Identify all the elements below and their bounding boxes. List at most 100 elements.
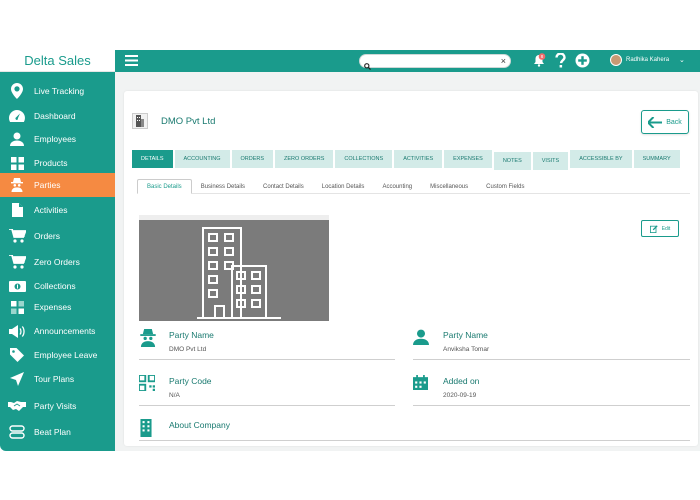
search-input[interactable] — [374, 56, 494, 66]
sidebar-item-activities[interactable]: Activities — [0, 198, 115, 222]
field-added-on: Added on 2020-09-19 — [413, 374, 690, 406]
tab-accounting[interactable]: ACCOUNTING — [174, 150, 230, 168]
sidebar: Live Tracking Dashboard Employees Produc… — [0, 72, 119, 451]
building-illustration-icon — [197, 227, 281, 319]
send-icon — [0, 372, 34, 386]
arrow-left-icon — [648, 116, 663, 128]
spy-icon — [0, 178, 34, 192]
subtab-miscellaneous[interactable]: Miscellaneous — [421, 179, 477, 194]
sidebar-item-orders[interactable]: Orders — [0, 224, 115, 248]
field-party-code: Party Code N/A — [138, 374, 395, 406]
sidebar-item-announcements[interactable]: Announcements — [0, 319, 115, 343]
sidebar-item-employee-leave[interactable]: Employee Leave — [0, 343, 115, 367]
tab-notes[interactable]: NOTES — [493, 152, 531, 170]
user-icon — [0, 132, 34, 146]
spy-icon — [139, 329, 157, 352]
hamburger-menu-icon[interactable] — [125, 54, 138, 72]
user-icon — [413, 329, 429, 350]
sidebar-item-products[interactable]: Products — [0, 151, 115, 175]
edit-button-label: Edit — [661, 225, 671, 232]
tab-collections[interactable]: COLLECTIONS — [335, 150, 393, 168]
field-value: DMO Pvt Ltd — [169, 346, 207, 353]
tab-summary[interactable]: SUMMARY — [633, 150, 680, 168]
party-detail-card: DMO Pvt Ltd Back DETAILS ACCOUNTING ORDE… — [124, 91, 698, 446]
sidebar-item-label: Beat Plan — [34, 427, 71, 437]
tab-accessible-by[interactable]: ACCESSIBLE BY — [570, 150, 632, 168]
party-image — [139, 220, 329, 321]
tab-activities[interactable]: ACTIVITIES — [394, 150, 443, 168]
add-icon[interactable] — [575, 53, 590, 73]
sidebar-item-employees[interactable]: Employees — [0, 127, 115, 151]
topbar: × 8 Radhika Kahera ⌄ — [115, 50, 700, 72]
edit-button[interactable]: Edit — [641, 220, 679, 237]
clear-search-icon[interactable]: × — [501, 56, 506, 67]
field-value: Anviksha Tomar — [443, 346, 490, 353]
field-value: N/A — [169, 392, 180, 399]
subtab-contact-details[interactable]: Contact Details — [254, 179, 313, 194]
tab-zero-orders[interactable]: ZERO ORDERS — [275, 150, 334, 168]
stack-icon — [0, 425, 34, 439]
tab-details[interactable]: DETAILS — [132, 150, 173, 168]
sidebar-item-expenses[interactable]: Expenses — [0, 295, 115, 319]
sidebar-item-label: Live Tracking — [34, 86, 85, 96]
page-title: DMO Pvt Ltd — [161, 115, 216, 127]
grid-icon — [0, 300, 34, 314]
field-label: Party Code — [169, 376, 212, 386]
tab-visits[interactable]: VISITS — [532, 152, 569, 170]
subtab-business-details[interactable]: Business Details — [192, 179, 254, 194]
field-value: 2020-09-19 — [443, 392, 477, 399]
building-icon — [132, 113, 148, 129]
sidebar-item-parties[interactable]: Parties — [0, 173, 119, 197]
sidebar-item-label: Employee Leave — [34, 350, 98, 360]
help-icon[interactable] — [555, 52, 566, 73]
cart-icon — [0, 255, 34, 269]
back-button[interactable]: Back — [641, 110, 689, 134]
sidebar-item-zero-orders[interactable]: Zero Orders — [0, 250, 115, 274]
sidebar-item-label: Parties — [34, 180, 61, 190]
sidebar-item-label: Announcements — [34, 326, 96, 336]
subtab-accounting[interactable]: Accounting — [373, 179, 421, 194]
field-label: About Company — [169, 420, 230, 430]
subtab-custom-fields[interactable]: Custom Fields — [477, 179, 533, 194]
search-box: × — [359, 54, 511, 70]
sidebar-item-beat-plan[interactable]: Beat Plan — [0, 420, 115, 444]
building-icon — [139, 419, 153, 442]
money-icon — [0, 280, 34, 292]
handshake-icon — [0, 400, 34, 412]
calendar-icon — [413, 375, 428, 395]
qr-code-icon — [138, 374, 156, 396]
edit-icon — [649, 224, 658, 233]
subtab-basic-details[interactable]: Basic Details — [137, 179, 192, 194]
field-label: Added on — [443, 376, 480, 386]
brand-logo: Delta Sales — [0, 50, 115, 72]
sidebar-item-label: Dashboard — [34, 111, 76, 121]
sidebar-item-label: Expenses — [34, 302, 72, 312]
field-about-company: About Company — [139, 418, 690, 441]
sidebar-item-label: Activities — [34, 205, 68, 215]
grid-icon — [0, 156, 34, 170]
field-owner-name: Party Name Anviksha Tomar — [413, 328, 690, 360]
back-button-label: Back — [666, 118, 682, 126]
main-content: DMO Pvt Ltd Back DETAILS ACCOUNTING ORDE… — [115, 72, 700, 451]
sidebar-item-party-visits[interactable]: Party Visits — [0, 394, 115, 418]
notification-bell-icon[interactable]: 8 — [532, 53, 546, 72]
speedometer-icon — [0, 110, 34, 122]
map-pin-icon — [0, 83, 34, 99]
tab-expenses[interactable]: EXPENSES — [444, 150, 492, 168]
sidebar-item-live-tracking[interactable]: Live Tracking — [0, 79, 115, 103]
tag-icon — [0, 348, 34, 362]
field-party-name: Party Name DMO Pvt Ltd — [139, 328, 395, 360]
sidebar-item-label: Tour Plans — [34, 374, 75, 384]
tab-orders[interactable]: ORDERS — [231, 150, 274, 168]
sidebar-item-label: Collections — [34, 281, 76, 291]
field-label: Party Name — [443, 330, 488, 340]
sidebar-item-tour-plans[interactable]: Tour Plans — [0, 367, 115, 391]
subtab-location-details[interactable]: Location Details — [313, 179, 374, 194]
sidebar-item-label: Orders — [34, 231, 60, 241]
sidebar-item-dashboard[interactable]: Dashboard — [0, 104, 115, 128]
megaphone-icon — [0, 324, 34, 338]
cart-icon — [0, 229, 34, 243]
user-menu[interactable]: Radhika Kahera ⌄ — [610, 54, 685, 66]
detail-subtabs: Basic Details Business Details Contact D… — [137, 179, 690, 194]
document-icon — [0, 203, 34, 217]
